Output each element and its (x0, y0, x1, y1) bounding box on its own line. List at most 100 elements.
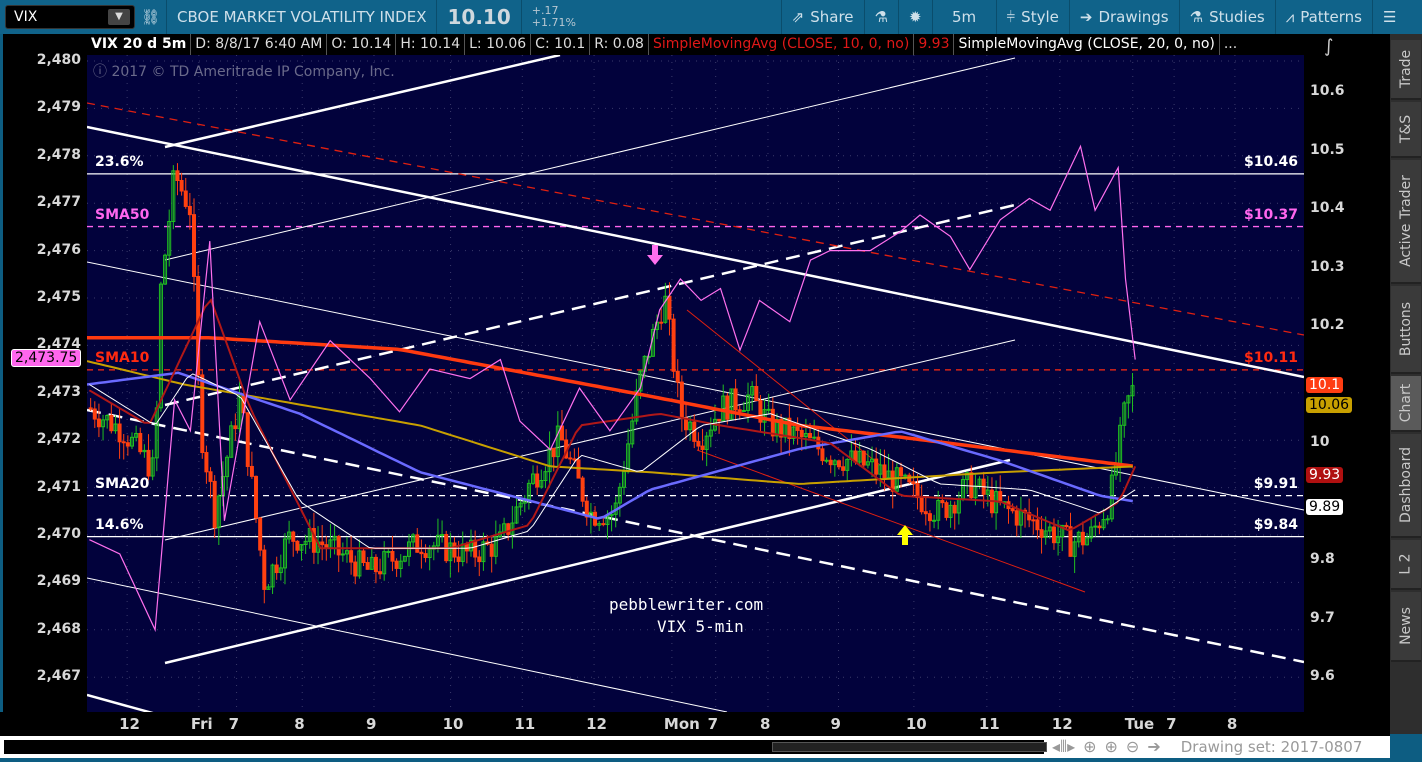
candle (88, 407, 93, 410)
candle (568, 457, 573, 460)
info-icon: ⓘ (93, 64, 112, 80)
right-axis-price-tag: 10.1 (1306, 376, 1344, 393)
sidebar-tab-trade[interactable]: Trade (1391, 40, 1421, 100)
candle (741, 409, 746, 412)
candle (1035, 519, 1040, 531)
sidebar-tab-chart[interactable]: Chart (1391, 376, 1421, 432)
candle (258, 517, 263, 551)
legend-date: D: 8/8/17 6:40 AM (191, 34, 328, 55)
candle (679, 381, 684, 419)
candle (770, 408, 775, 437)
time-axis[interactable]: 12 Fri 7 8 9 10 11 12 Mon 7 8 9 10 11 12 Tue 7 8 (0, 712, 1390, 736)
zoom-in-icon[interactable]: ⊕ (1105, 737, 1118, 757)
time-axis-label: 12 (119, 715, 140, 733)
candle (146, 449, 151, 477)
sidebar-tab-active-trader[interactable]: Active Trader (1391, 160, 1421, 284)
interval-button[interactable]: 5m (931, 0, 996, 34)
style-label: Style (1021, 8, 1059, 26)
time-axis-label: 8 (759, 715, 771, 733)
candle (361, 550, 366, 564)
time-axis-label: 12 (586, 715, 607, 733)
candle (423, 553, 428, 558)
patterns-button[interactable]: ⩘ Patterns (1274, 0, 1372, 34)
arrow-right-icon[interactable]: ➔ (1147, 737, 1160, 757)
candle (952, 504, 957, 514)
level-label-right: $10.11 (1243, 349, 1298, 366)
sidebar-tab-news[interactable]: News (1391, 592, 1421, 662)
right-axis-tick: 9.8 (1310, 551, 1335, 567)
share-button[interactable]: ⇗ Share (780, 0, 864, 34)
sidebar-tab-t-s[interactable]: T&S (1391, 102, 1421, 158)
chart-legend: VIX 20 d 5m D: 8/8/17 6:40 AM O: 10.14 H… (87, 34, 1304, 55)
legend-more[interactable]: ... (1220, 34, 1241, 55)
scrollbar-thumb[interactable] (772, 742, 1047, 752)
right-axis-tick: 10.5 (1310, 141, 1345, 158)
level-label-right: $10.37 (1243, 206, 1298, 223)
time-axis-label: 11 (514, 715, 536, 733)
candle (489, 543, 494, 557)
crosshair-icon[interactable]: ⊕ (1083, 737, 1096, 757)
drawing-set-selector[interactable]: Drawing set: 2017-0807 (1181, 738, 1363, 756)
candle (874, 458, 879, 475)
right-price-axis[interactable]: ∫ 10.6 10.5 10.4 10.3 10.2 10 9.8 9.7 9.6 10.1 10.0… (1304, 34, 1390, 712)
zoom-out-icon[interactable]: ⊖ (1126, 737, 1139, 757)
menu-button[interactable]: ☰ (1372, 0, 1422, 34)
legend-sma10-value: 9.93 (914, 34, 955, 55)
candle (1039, 529, 1044, 538)
share-icon: ⇗ (791, 8, 805, 26)
sidebar-tab-label: T&S (1397, 114, 1414, 144)
trendline (87, 125, 1304, 379)
left-axis-tick: 2,472 (36, 431, 81, 448)
candle (208, 471, 213, 482)
time-axis-label: 11 (978, 715, 1000, 733)
left-axis-tick: 2,479 (36, 99, 81, 116)
candle (671, 318, 676, 372)
candle (92, 408, 97, 420)
left-axis-tick: 2,477 (36, 194, 81, 211)
candle (903, 474, 908, 477)
drawings-button[interactable]: ➔ Drawings (1068, 0, 1179, 34)
candle (816, 436, 821, 450)
studies-button[interactable]: ⚗ Studies (1178, 0, 1275, 34)
sidebar-tab-l-2[interactable]: L 2 (1391, 540, 1421, 590)
sidebar-tab-buttons[interactable]: Buttons (1391, 286, 1421, 374)
right-axis-price-tag: 9.89 (1306, 499, 1344, 516)
symbol-selector[interactable]: VIX ▼ (5, 5, 135, 29)
candle (766, 408, 771, 411)
candle (754, 386, 759, 402)
candle (1080, 531, 1085, 546)
sidebar-tab-dashboard[interactable]: Dashboard (1391, 434, 1421, 538)
settings-button[interactable]: ✹ (897, 0, 932, 34)
style-button[interactable]: ⫩ Style (995, 0, 1069, 34)
candle (1068, 526, 1073, 557)
symbol-value: VIX (14, 9, 38, 25)
toolbar: VIX ▼ ⛓ CBOE MARKET VOLATILITY INDEX 10.1… (0, 0, 1422, 34)
legend-sma10[interactable]: SimpleMovingAvg (CLOSE, 10, 0, no) (649, 34, 915, 55)
left-axis-tick: 2,475 (36, 289, 81, 305)
link-icon[interactable]: ⛓ (135, 0, 166, 34)
candle (1014, 510, 1019, 526)
copyright: ⓘ 2017 © TD Ameritrade IP Company, Inc. (93, 61, 395, 81)
chart-plot-area[interactable]: ⓘ 2017 © TD Ameritrade IP Company, Inc. … (87, 55, 1304, 712)
pan-icon[interactable]: ◂⦀▸ (1052, 737, 1075, 757)
candle (245, 412, 250, 467)
level-label-right: $10.46 (1243, 153, 1298, 170)
left-price-axis[interactable]: 2,480 2,479 2,478 2,477 2,476 2,475 2,474 2,473… (0, 34, 87, 712)
horizontal-scrollbar[interactable] (4, 740, 1047, 754)
candle (1051, 526, 1056, 544)
sidebar-tab-label: News (1398, 607, 1414, 645)
candle (717, 418, 722, 422)
right-axis-price-tag: 10.06 (1306, 396, 1353, 413)
left-axis-price-tag: 2,473.75 (11, 349, 82, 368)
candle (506, 523, 511, 535)
patterns-icon: ⩘ (1285, 8, 1295, 26)
legend-sma20[interactable]: SimpleMovingAvg (CLOSE, 20, 0, no) (954, 34, 1220, 55)
candle (262, 549, 267, 590)
gear-icon: ✹ (908, 8, 922, 26)
list-icon: ☰ (1383, 8, 1397, 26)
chevron-down-icon[interactable]: ▼ (108, 9, 130, 25)
time-axis-label: 10 (442, 715, 464, 733)
scale-icon[interactable]: ∫ (1324, 36, 1333, 57)
flask-button[interactable]: ⚗ (863, 0, 898, 34)
candle (836, 460, 841, 468)
